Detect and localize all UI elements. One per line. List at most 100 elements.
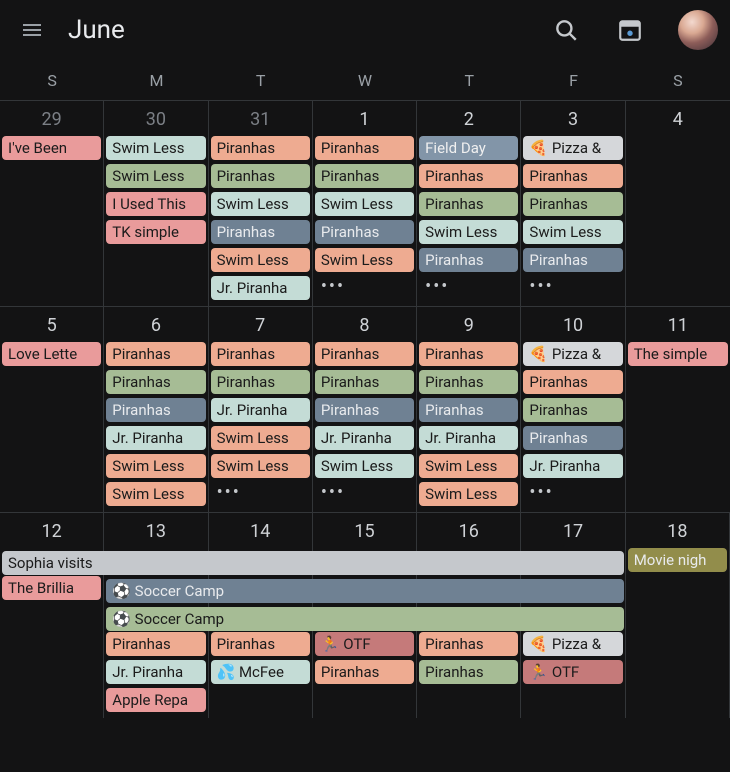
event-chip[interactable]: Piranhas — [211, 632, 310, 656]
event-chip[interactable]: Jr. Piranha — [523, 454, 622, 478]
day-cell[interactable]: 3🍕 Pizza &PiranhasPiranhasSwim LessPiran… — [521, 101, 625, 306]
event-chip[interactable]: Jr. Piranha — [106, 426, 205, 450]
day-cell[interactable]: 29I've Been — [0, 101, 104, 306]
day-cell[interactable]: 18Movie nigh — [626, 513, 730, 718]
event-chip[interactable]: Swim Less — [211, 426, 310, 450]
multi-day-event[interactable]: ⚽ Soccer Camp — [106, 607, 623, 631]
event-chip[interactable]: Piranhas — [419, 248, 518, 272]
event-chip[interactable]: Swim Less — [315, 248, 414, 272]
event-chip[interactable]: 💦 McFee — [211, 660, 310, 684]
more-events-button[interactable]: ••• — [211, 482, 310, 502]
event-chip[interactable]: Piranhas — [211, 220, 310, 244]
more-events-button[interactable]: ••• — [523, 276, 622, 296]
event-chip[interactable]: 🍕 Pizza & — [523, 136, 622, 160]
event-chip[interactable]: Field Day — [419, 136, 518, 160]
event-chip[interactable]: Piranhas — [315, 136, 414, 160]
event-chip[interactable]: Swim Less — [106, 164, 205, 188]
day-cell[interactable]: 30Swim LessSwim LessI Used ThisTK simple — [104, 101, 208, 306]
today-button[interactable] — [606, 6, 654, 54]
event-chip[interactable]: Piranhas — [315, 220, 414, 244]
event-chip[interactable]: Piranhas — [315, 164, 414, 188]
day-cell[interactable]: 12The Brillia — [0, 513, 104, 718]
event-chip[interactable]: Piranhas — [523, 370, 622, 394]
more-events-button[interactable]: ••• — [419, 276, 518, 296]
event-chip[interactable]: Piranhas — [211, 136, 310, 160]
day-cell[interactable]: 4 — [626, 101, 730, 306]
day-cell[interactable]: 9PiranhasPiranhasPiranhasJr. PiranhaSwim… — [417, 307, 521, 512]
event-chip[interactable]: Piranhas — [106, 632, 205, 656]
event-chip[interactable]: Piranhas — [523, 164, 622, 188]
hamburger-menu-button[interactable] — [12, 10, 52, 50]
event-chip[interactable]: Swim Less — [419, 454, 518, 478]
event-chip[interactable]: Swim Less — [106, 454, 205, 478]
event-chip[interactable]: TK simple — [106, 220, 205, 244]
event-chip[interactable]: Swim Less — [523, 220, 622, 244]
search-button[interactable] — [542, 6, 590, 54]
event-chip[interactable]: The Brillia — [2, 576, 101, 600]
event-chip[interactable]: Swim Less — [315, 192, 414, 216]
event-chip[interactable]: Swim Less — [211, 454, 310, 478]
event-chip[interactable]: Piranhas — [211, 164, 310, 188]
multi-day-event[interactable]: ⚽ Soccer Camp — [106, 579, 623, 603]
day-cell[interactable]: 7PiranhasPiranhasJr. PiranhaSwim LessSwi… — [209, 307, 313, 512]
event-chip[interactable]: Piranhas — [211, 370, 310, 394]
more-events-button[interactable]: ••• — [523, 482, 622, 502]
event-chip[interactable]: Swim Less — [211, 248, 310, 272]
day-cell[interactable]: 2Field DayPiranhasPiranhasSwim LessPiran… — [417, 101, 521, 306]
event-chip[interactable]: Piranhas — [523, 426, 622, 450]
event-chip[interactable]: Piranhas — [419, 370, 518, 394]
day-cell[interactable]: 11The simple — [626, 307, 730, 512]
event-chip[interactable]: Piranhas — [523, 398, 622, 422]
event-chip[interactable]: Piranhas — [106, 342, 205, 366]
day-cell[interactable]: 1PiranhasPiranhasSwim LessPiranhasSwim L… — [313, 101, 417, 306]
event-chip[interactable]: Piranhas — [523, 248, 622, 272]
event-chip[interactable]: 🍕 Pizza & — [523, 342, 622, 366]
event-chip[interactable]: Jr. Piranha — [315, 426, 414, 450]
day-cell[interactable]: 31PiranhasPiranhasSwim LessPiranhasSwim … — [209, 101, 313, 306]
more-events-button[interactable]: ••• — [315, 482, 414, 502]
event-chip[interactable]: Jr. Piranha — [211, 398, 310, 422]
event-chip[interactable]: Piranhas — [419, 342, 518, 366]
event-chip[interactable]: 🍕 Pizza & — [523, 632, 622, 656]
day-cell[interactable]: 8PiranhasPiranhasPiranhasJr. PiranhaSwim… — [313, 307, 417, 512]
event-chip[interactable]: Jr. Piranha — [211, 276, 310, 300]
event-chip[interactable]: Swim Less — [315, 454, 414, 478]
event-chip[interactable]: Piranhas — [211, 342, 310, 366]
event-chip[interactable]: Movie nigh — [628, 548, 727, 572]
event-chip[interactable]: Piranhas — [419, 398, 518, 422]
more-events-button[interactable]: ••• — [315, 276, 414, 296]
event-chip[interactable]: Swim Less — [106, 136, 205, 160]
event-chip[interactable]: Love Lette — [2, 342, 101, 366]
day-number: 9 — [417, 307, 520, 342]
event-chip[interactable]: Piranhas — [419, 164, 518, 188]
event-chip[interactable]: Piranhas — [106, 370, 205, 394]
event-chip[interactable]: Piranhas — [315, 342, 414, 366]
event-chip[interactable]: Swim Less — [419, 482, 518, 506]
event-chip[interactable]: Jr. Piranha — [106, 660, 205, 684]
profile-avatar[interactable] — [678, 10, 718, 50]
event-chip[interactable]: 🏃 OTF — [315, 632, 414, 656]
day-cell[interactable]: 5Love Lette — [0, 307, 104, 512]
day-cell[interactable]: 6PiranhasPiranhasPiranhasJr. PiranhaSwim… — [104, 307, 208, 512]
day-events: Piranhas Piranhas Swim Less Piranhas Swim Le… — [313, 136, 416, 302]
event-chip[interactable]: Piranhas — [419, 192, 518, 216]
event-chip[interactable]: Piranhas — [523, 192, 622, 216]
event-chip[interactable]: Swim Less — [419, 220, 518, 244]
event-chip[interactable]: Swim Less — [211, 192, 310, 216]
event-chip[interactable]: 🏃 OTF — [523, 660, 622, 684]
event-chip[interactable]: Apple Repa — [106, 688, 205, 712]
event-chip[interactable]: Piranhas — [419, 660, 518, 684]
event-chip[interactable]: Piranhas — [106, 398, 205, 422]
event-chip[interactable]: Swim Less — [106, 482, 205, 506]
event-chip[interactable]: The simple — [628, 342, 728, 366]
event-chip[interactable]: Piranhas — [419, 632, 518, 656]
day-events: Piranhas Piranhas Swim Less Piranhas Swim Le… — [209, 136, 312, 306]
multi-day-event[interactable]: Sophia visits — [2, 551, 624, 575]
event-chip[interactable]: I've Been — [2, 136, 101, 160]
event-chip[interactable]: Piranhas — [315, 370, 414, 394]
event-chip[interactable]: Piranhas — [315, 398, 414, 422]
event-chip[interactable]: Jr. Piranha — [419, 426, 518, 450]
event-chip[interactable]: I Used This — [106, 192, 205, 216]
day-cell[interactable]: 10🍕 Pizza &PiranhasPiranhasPiranhasJr. P… — [521, 307, 625, 512]
event-chip[interactable]: Piranhas — [315, 660, 414, 684]
